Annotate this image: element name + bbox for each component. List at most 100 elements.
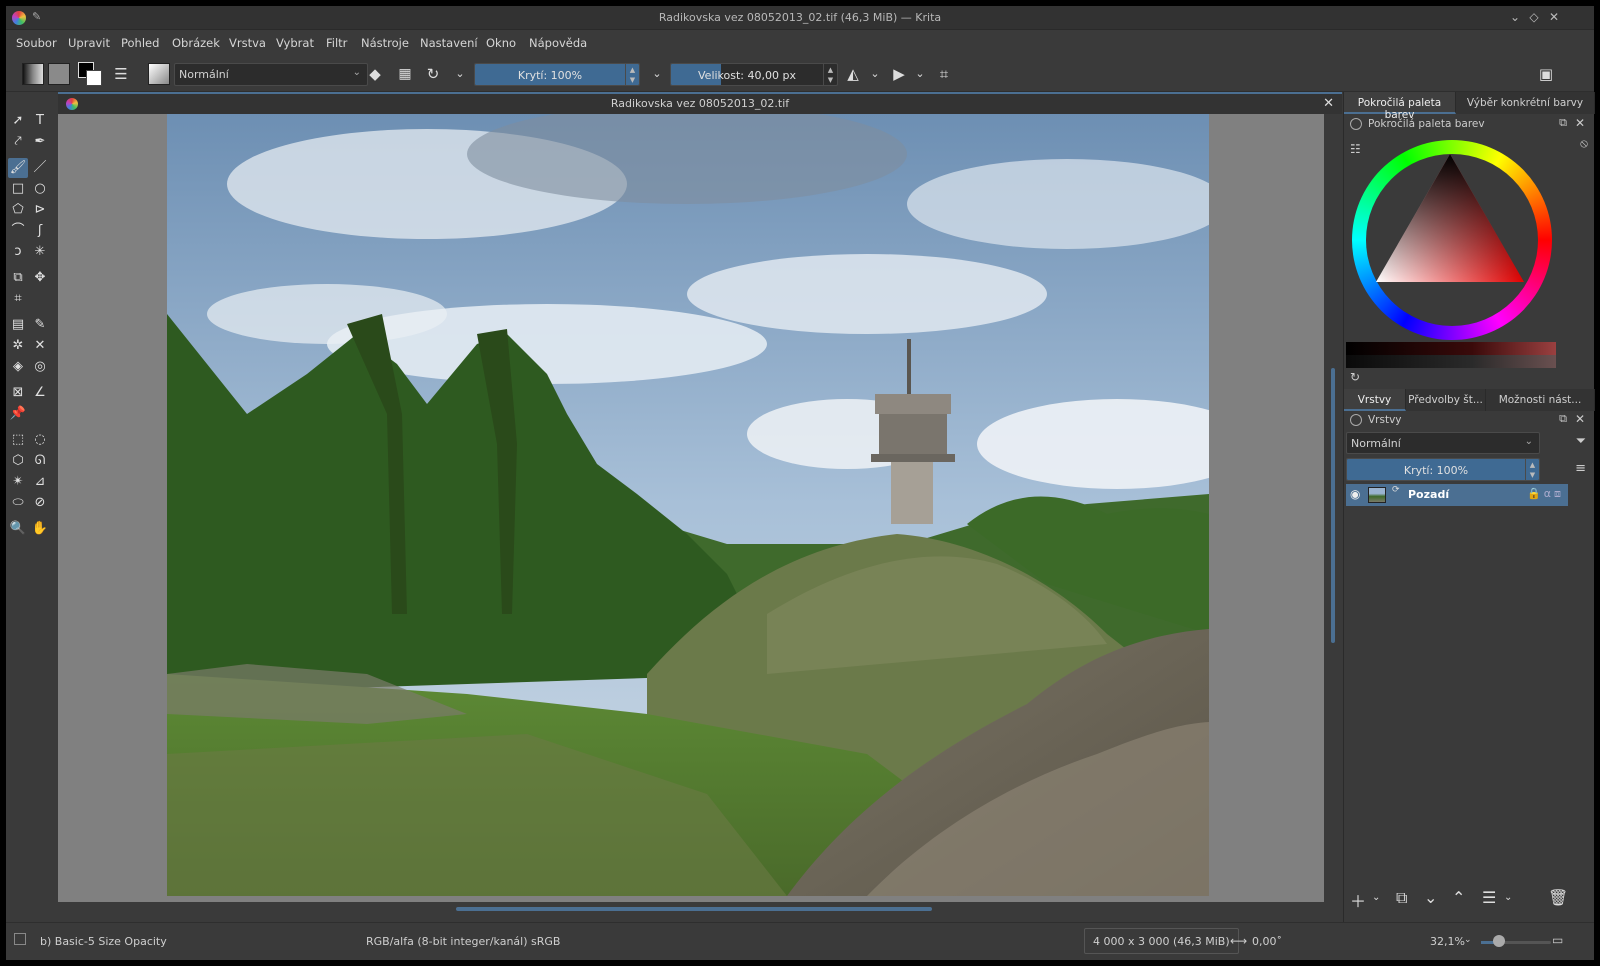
- edit-shapes-icon[interactable]: ⤤: [8, 132, 28, 152]
- select-shapes-icon[interactable]: ➚: [8, 111, 28, 131]
- float-docker-icon[interactable]: ⧉: [1559, 412, 1567, 426]
- color-triangle[interactable]: [1374, 152, 1534, 292]
- menu-filtr[interactable]: Filtr: [326, 36, 347, 50]
- chevron-down-icon[interactable]: ⌄: [646, 64, 668, 84]
- float-docker-icon[interactable]: ⧉: [1559, 116, 1567, 130]
- lock-icon[interactable]: [1350, 414, 1362, 426]
- duplicate-layer-icon[interactable]: ⧉: [1396, 888, 1407, 908]
- visibility-eye-icon[interactable]: ◉: [1350, 487, 1360, 501]
- text-tool-icon[interactable]: T: [30, 111, 50, 131]
- mirror-horizontal-icon[interactable]: ◭: [842, 64, 864, 84]
- menu-vrstva[interactable]: Vrstva: [229, 36, 266, 50]
- menu-soubor[interactable]: Soubor: [16, 36, 57, 50]
- menu-upravit[interactable]: Upravit: [68, 36, 110, 50]
- tab-layers[interactable]: Vrstvy: [1344, 389, 1406, 411]
- fill-tool-icon[interactable]: ◈: [8, 357, 28, 377]
- menu-napoveda[interactable]: Nápověda: [529, 36, 587, 50]
- dynamic-brush-icon[interactable]: ↄ: [8, 242, 28, 262]
- chevron-down-icon[interactable]: ⌄: [1504, 892, 1512, 903]
- gradient-swatch[interactable]: [22, 63, 44, 85]
- canvas-viewport[interactable]: [58, 114, 1324, 902]
- zoom-tool-icon[interactable]: 🔍: [8, 519, 28, 539]
- vertical-scroll-thumb[interactable]: [1331, 368, 1335, 643]
- chevron-down-icon[interactable]: ⌄: [1464, 935, 1472, 945]
- add-layer-icon[interactable]: ＋: [1350, 888, 1366, 912]
- maximize-icon[interactable]: ◇: [1527, 10, 1541, 24]
- close-docker-icon[interactable]: ✕: [1575, 116, 1585, 130]
- pattern-swatch[interactable]: [48, 63, 70, 85]
- rectangle-tool-icon[interactable]: □: [8, 179, 28, 199]
- zoom-slider-handle[interactable]: [1493, 935, 1505, 947]
- polygon-select-icon[interactable]: ⬡: [8, 451, 28, 471]
- layer-property-icons[interactable]: 🔒α⧈: [1527, 487, 1564, 501]
- canvas-only-icon[interactable]: ▣: [1535, 64, 1557, 84]
- menu-okno[interactable]: Okno: [486, 36, 516, 50]
- opacity-spin-icon[interactable]: ▲ ▼: [625, 64, 639, 85]
- color-picker-icon[interactable]: ✎: [30, 315, 50, 335]
- rect-select-icon[interactable]: ⬚: [8, 430, 28, 450]
- vertical-scrollbar[interactable]: [1326, 114, 1340, 902]
- menu-nastroje[interactable]: Nástroje: [361, 36, 409, 50]
- eraser-icon[interactable]: ◆: [364, 64, 386, 84]
- colorize-mask-icon[interactable]: ✲: [8, 336, 28, 356]
- horizontal-scroll-thumb[interactable]: [456, 907, 932, 911]
- blend-mode-select[interactable]: Normální ⌄: [174, 63, 368, 86]
- brush-size-slider[interactable]: Velikost: 40,00 px ▲ ▼: [670, 63, 838, 86]
- reference-tool-icon[interactable]: 📌: [8, 404, 28, 424]
- layer-properties-icon[interactable]: ☰: [1482, 888, 1496, 907]
- layer-menu-icon[interactable]: ≡: [1575, 461, 1586, 476]
- color-settings-icon[interactable]: ☷: [1350, 142, 1361, 156]
- reload-preset-icon[interactable]: ↻: [422, 64, 444, 84]
- gradient-tool-icon[interactable]: ▤: [8, 315, 28, 335]
- fg-bg-color-selector[interactable]: [78, 62, 104, 86]
- multibrush-icon[interactable]: ✳: [30, 242, 50, 262]
- freehand-brush-icon[interactable]: 🖌: [8, 158, 28, 178]
- shade-selector-lower[interactable]: [1346, 355, 1556, 368]
- no-color-icon[interactable]: ⦸: [1580, 136, 1588, 151]
- transform-tool-icon[interactable]: ⧉: [8, 268, 28, 288]
- ellipse-select-icon[interactable]: ◌: [30, 430, 50, 450]
- magnetic-select-icon[interactable]: ⊘: [30, 493, 50, 513]
- close-window-icon[interactable]: ✕: [1547, 10, 1561, 24]
- tab-brush-presets[interactable]: Předvolby št...: [1406, 389, 1486, 411]
- close-docker-icon[interactable]: ✕: [1575, 412, 1585, 426]
- zoom-level[interactable]: 32,1%: [1430, 935, 1465, 948]
- similar-select-icon[interactable]: ⊿: [30, 472, 50, 492]
- pan-tool-icon[interactable]: ✋: [30, 519, 50, 539]
- wrap-around-icon[interactable]: ⌗: [933, 64, 955, 84]
- freehand-path-icon[interactable]: ʃ: [30, 221, 50, 241]
- menu-obrazek[interactable]: Obrázek: [172, 36, 220, 50]
- crop-tool-icon[interactable]: ⌗: [8, 289, 28, 309]
- tab-advanced-color[interactable]: Pokročilá paleta barev: [1344, 92, 1456, 121]
- monitor-icon[interactable]: ▭: [1552, 933, 1563, 947]
- tab-tool-options[interactable]: Možnosti nást...: [1486, 389, 1595, 411]
- background-color[interactable]: [86, 70, 102, 86]
- minimize-icon[interactable]: ⌄: [1508, 10, 1522, 24]
- move-layer-up-icon[interactable]: ⌃: [1452, 888, 1465, 907]
- horizontal-scrollbar[interactable]: [58, 902, 1324, 916]
- close-document-icon[interactable]: ✕: [1323, 96, 1334, 111]
- menu-nastaveni[interactable]: Nastavení: [420, 36, 478, 50]
- line-tool-icon[interactable]: ／: [30, 158, 50, 178]
- measure-tool-icon[interactable]: ∠: [30, 383, 50, 403]
- delete-layer-icon[interactable]: 🗑: [1548, 888, 1568, 907]
- chevron-down-icon[interactable]: ⌄: [909, 64, 931, 84]
- brush-settings-icon[interactable]: ☰: [110, 64, 132, 84]
- contiguous-select-icon[interactable]: ✴: [8, 472, 28, 492]
- calligraphy-icon[interactable]: ✒: [30, 132, 50, 152]
- ellipse-tool-icon[interactable]: ○: [30, 179, 50, 199]
- layer-opacity-spin-icon[interactable]: ▲ ▼: [1525, 459, 1539, 480]
- layer-blend-select[interactable]: Normální ⌄: [1346, 432, 1540, 454]
- freehand-select-icon[interactable]: ᘏ: [30, 451, 50, 471]
- rotation-icon[interactable]: ⟷: [1230, 934, 1247, 948]
- alpha-lock-icon[interactable]: ▦: [394, 64, 416, 84]
- chevron-down-icon[interactable]: ⌄: [449, 64, 471, 84]
- layer-row[interactable]: ◉ ⟳ Pozadí 🔒α⧈: [1346, 484, 1568, 506]
- chevron-down-icon[interactable]: ⌄: [864, 64, 886, 84]
- move-layer-down-icon[interactable]: ⌄: [1424, 888, 1437, 907]
- lock-icon[interactable]: [1350, 118, 1362, 130]
- zoom-slider[interactable]: [1481, 941, 1551, 944]
- assistant-tool-icon[interactable]: ⊠: [8, 383, 28, 403]
- image-dimensions[interactable]: 4 000 x 3 000 (46,3 MiB): [1084, 928, 1239, 954]
- menu-pohled[interactable]: Pohled: [121, 36, 159, 50]
